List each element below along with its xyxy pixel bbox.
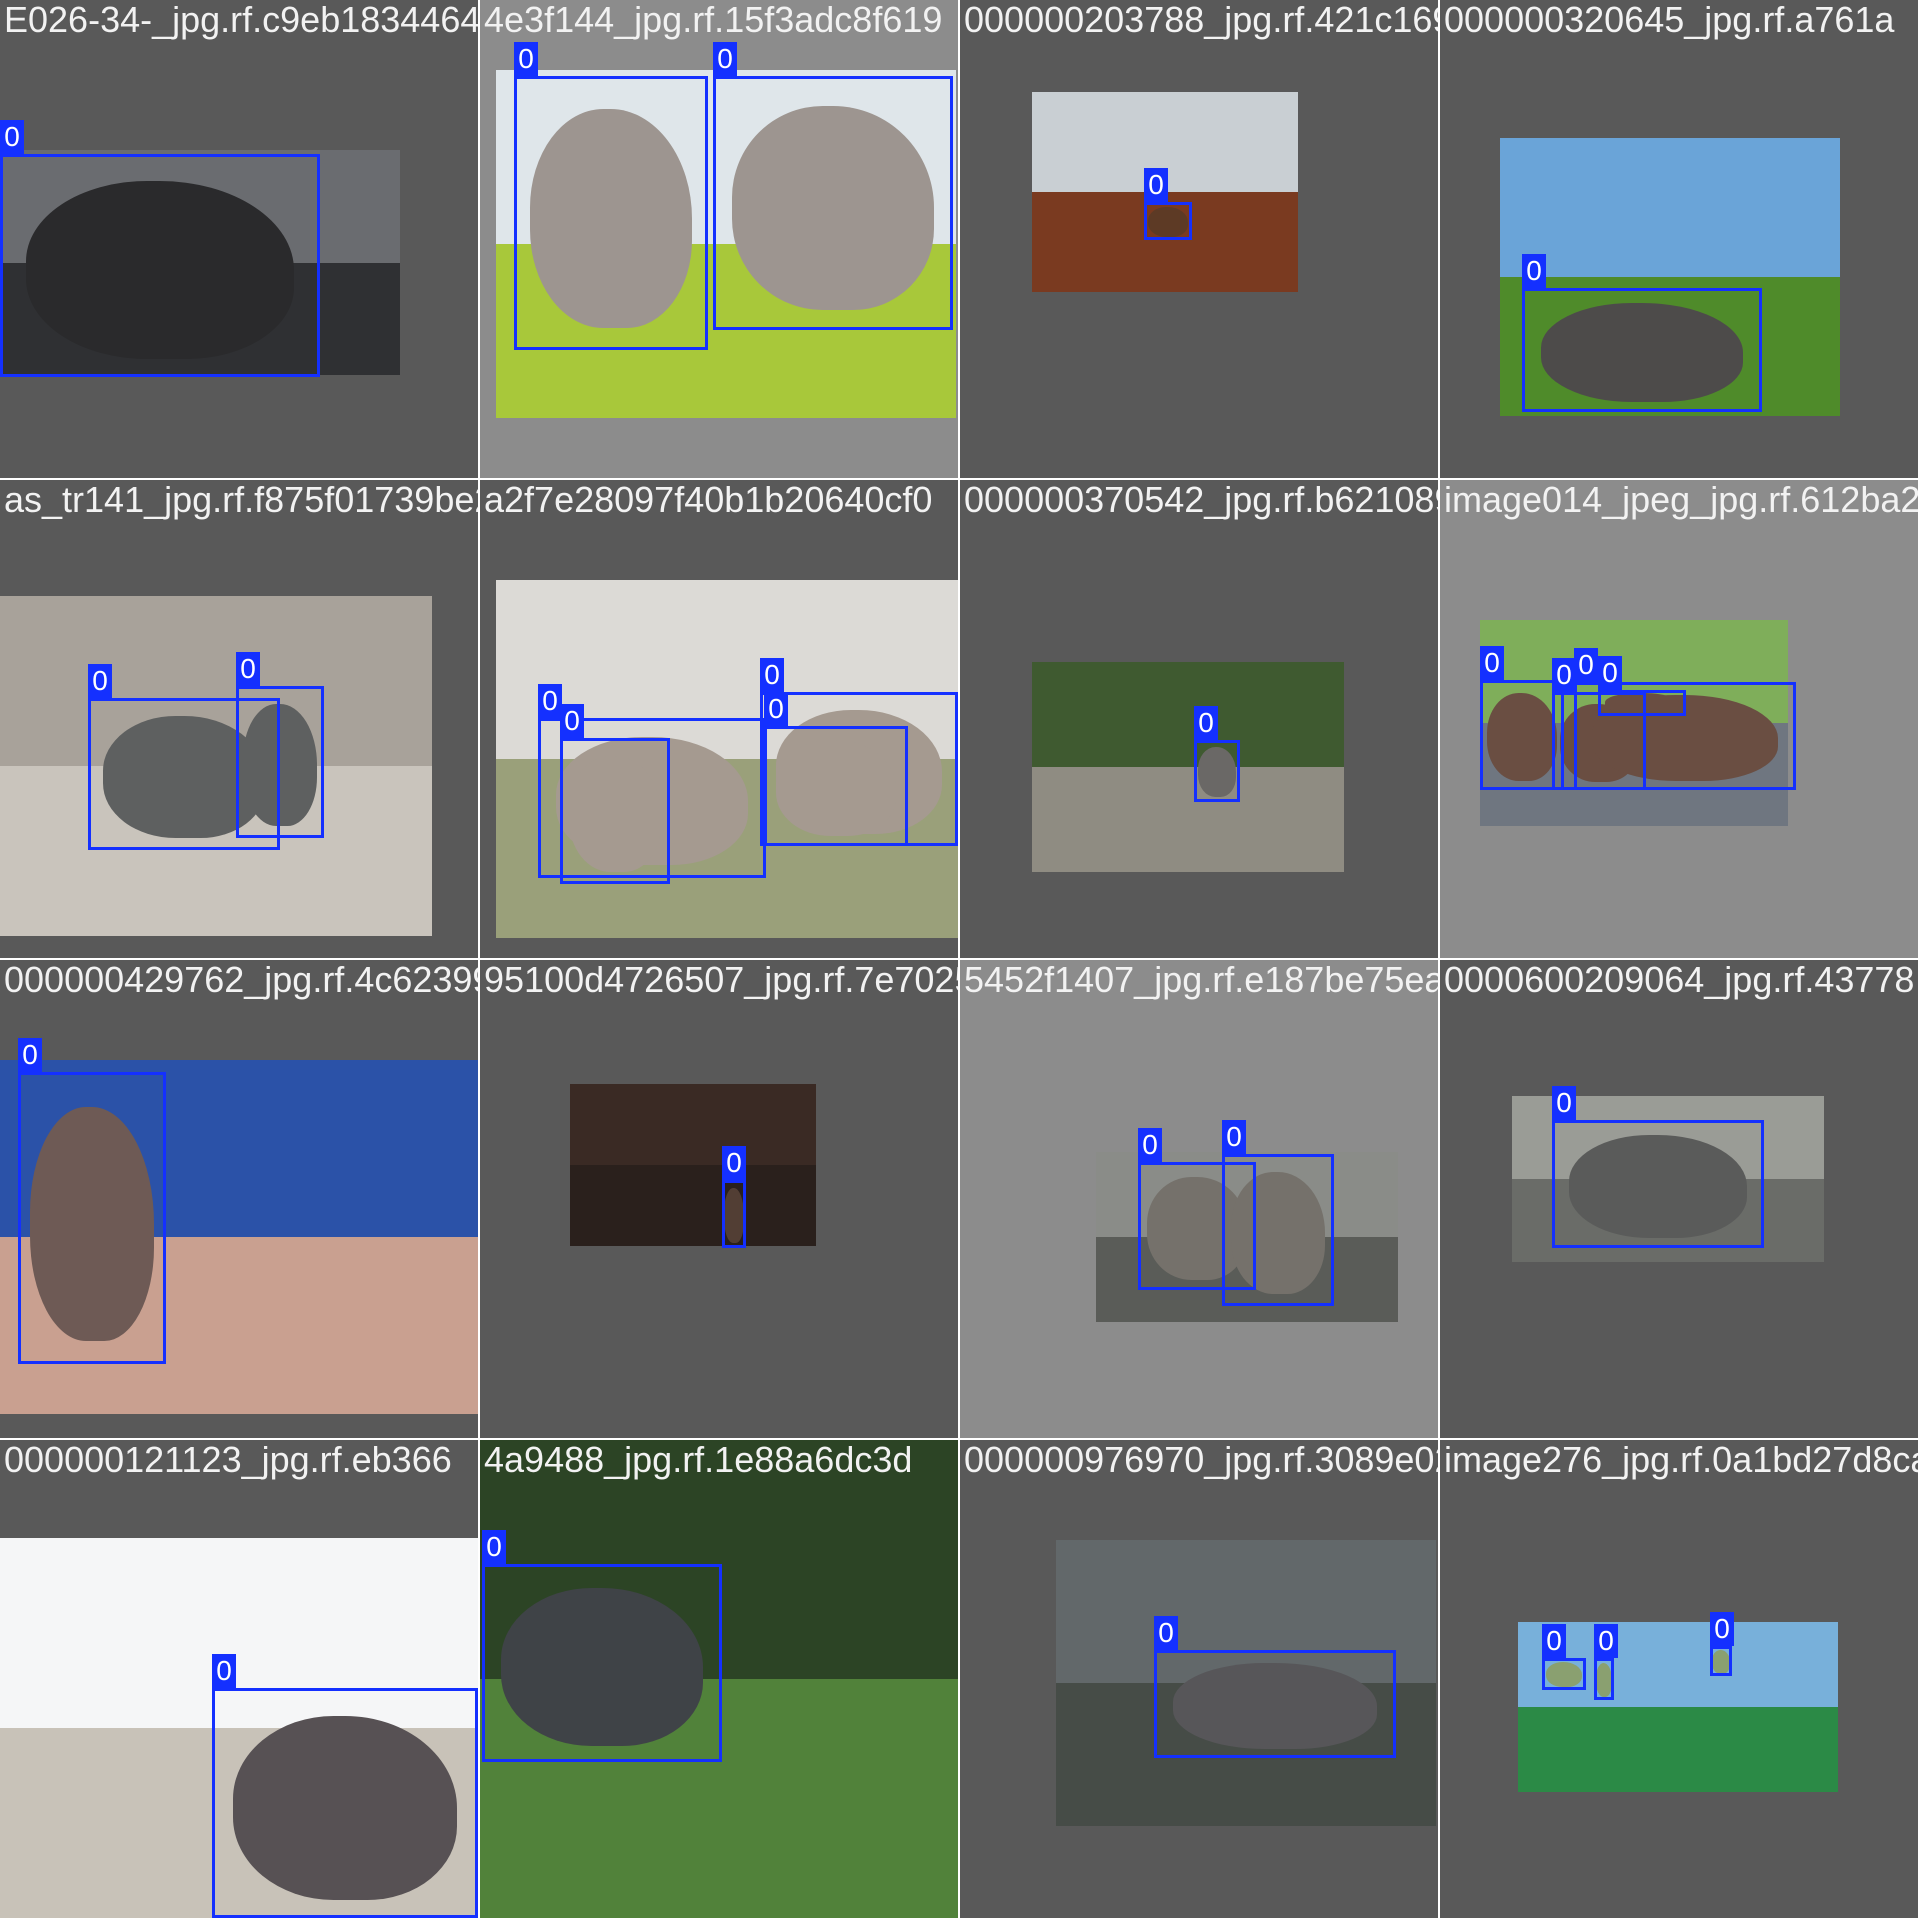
class-label: 0 — [1222, 1120, 1246, 1154]
image-filename-title: 0000600209064_jpg.rf.43778 — [1444, 960, 1915, 1000]
class-label: 0 — [764, 692, 788, 726]
mosaic-cell: 0 000000429762_jpg.rf.4c623995100d4726507… — [0, 960, 478, 1438]
bounding-box — [1594, 1658, 1614, 1700]
bounding-box — [482, 1564, 722, 1762]
class-label: 0 — [1552, 1086, 1576, 1120]
image-filename-title: as_tr141_jpg.rf.f875f01739be2f7e28097f40… — [4, 480, 478, 520]
class-label: 0 — [538, 684, 562, 718]
class-label: 0 — [760, 658, 784, 692]
mosaic-cell: 0 0 0 0 a2f7e28097f40b1b20640cf0 — [480, 480, 958, 958]
mosaic-cell: 0 0 as_tr141_jpg.rf.f875f01739be2f7e28097f… — [0, 480, 478, 958]
bounding-box — [1710, 1646, 1732, 1676]
bounding-box — [1522, 288, 1762, 412]
sample-image — [1032, 662, 1344, 872]
class-label: 0 — [1522, 254, 1546, 288]
image-filename-title: 000000976970_jpg.rf.3089e024bd27d8ca — [964, 1440, 1438, 1480]
mosaic-cell: 0 000000976970_jpg.rf.3089e024bd27d8ca — [960, 1440, 1438, 1918]
class-label: 0 — [1138, 1128, 1162, 1162]
class-label: 0 — [1194, 706, 1218, 740]
image-filename-title: 000000370542_jpg.rf.b621089fe7014cf9d98 — [964, 480, 1438, 520]
mosaic-cell: 0 0 5452f1407_jpg.rf.e187be75ea6 — [960, 960, 1438, 1438]
class-label: 0 — [482, 1530, 506, 1564]
image-filename-title: 000000121123_jpg.rf.eb366 — [4, 1440, 452, 1480]
mosaic-cell: 0 000000370542_jpg.rf.b621089fe7014cf9d98 — [960, 480, 1438, 958]
bounding-box — [1194, 740, 1240, 802]
class-label: 0 — [0, 120, 24, 154]
class-label: 0 — [1594, 1624, 1618, 1658]
class-label: 0 — [88, 664, 112, 698]
image-filename-title: image276_jpg.rf.0a1bd27d8ca — [1444, 1440, 1918, 1480]
class-label: 0 — [1144, 168, 1168, 202]
bounding-box — [1552, 1120, 1764, 1248]
class-label: 0 — [1480, 646, 1504, 680]
image-filename-title: 000000429762_jpg.rf.4c623995100d4726507_… — [4, 960, 478, 1000]
class-label: 0 — [514, 42, 538, 76]
mosaic-cell: 0 000000320645_jpg.rf.a761a — [1440, 0, 1918, 478]
class-label: 0 — [1154, 1616, 1178, 1650]
image-filename-title: 000000320645_jpg.rf.a761a — [1444, 0, 1895, 40]
mosaic-cell: 0 E026-34-_jpg.rf.c9eb18344641e3f144cff6e… — [0, 0, 478, 478]
class-label: 0 — [1552, 658, 1576, 692]
bounding-box — [236, 686, 324, 838]
bounding-box — [18, 1072, 166, 1364]
bounding-box — [1542, 1658, 1586, 1690]
mosaic-cell: 0 0 0 image276_jpg.rf.0a1bd27d8ca — [1440, 1440, 1918, 1918]
bounding-box — [1154, 1650, 1396, 1758]
bounding-box — [212, 1688, 478, 1918]
mosaic-cell: 0 000000121123_jpg.rf.eb366 — [0, 1440, 478, 1918]
sample-image — [570, 1084, 816, 1246]
image-filename-title: 000000203788_jpg.rf.421c1699c03206457 — [964, 0, 1438, 40]
mosaic-cell: 0 000000203788_jpg.rf.421c1699c03206457 — [960, 0, 1438, 478]
image-filename-title: 5452f1407_jpg.rf.e187be75ea6 — [964, 960, 1438, 1000]
detection-mosaic-grid: 0 E026-34-_jpg.rf.c9eb18344641e3f144cff6e… — [0, 0, 1920, 1920]
bounding-box — [722, 1180, 746, 1248]
image-filename-title: a2f7e28097f40b1b20640cf0 — [484, 480, 933, 520]
class-label: 0 — [236, 652, 260, 686]
image-filename-title: 4e3f144_jpg.rf.15f3adc8f619 — [484, 0, 943, 40]
sample-image — [1518, 1622, 1838, 1792]
bounding-box — [1598, 690, 1686, 716]
class-label: 0 — [1598, 656, 1622, 690]
class-label: 0 — [212, 1654, 236, 1688]
class-label: 0 — [1574, 648, 1598, 682]
mosaic-cell: 0 95100d4726507_jpg.rf.7e7025452f1407 — [480, 960, 958, 1438]
mosaic-cell: 0 0 0 0 image014_jpeg_jpg.rf.612ba2 — [1440, 480, 1918, 958]
mosaic-cell: 0 0000600209064_jpg.rf.43778 — [1440, 960, 1918, 1438]
image-filename-title: image014_jpeg_jpg.rf.612ba2 — [1444, 480, 1918, 520]
class-label: 0 — [1710, 1612, 1734, 1646]
bounding-box — [560, 738, 670, 884]
bounding-box — [713, 76, 953, 330]
mosaic-cell: 0 0 4e3f144_jpg.rf.15f3adc8f619 — [480, 0, 958, 478]
mosaic-cell: 0 4a9488_jpg.rf.1e88a6dc3d — [480, 1440, 958, 1918]
class-label: 0 — [713, 42, 737, 76]
bounding-box — [0, 154, 320, 377]
class-label: 0 — [722, 1146, 746, 1180]
bounding-box — [1144, 202, 1192, 240]
bounding-box — [1222, 1154, 1334, 1306]
bounding-box — [764, 726, 908, 846]
bounding-box — [514, 76, 708, 350]
class-label: 0 — [18, 1038, 42, 1072]
image-filename-title: E026-34-_jpg.rf.c9eb18344641e3f144cff6ef… — [4, 0, 478, 40]
class-label: 0 — [560, 704, 584, 738]
image-filename-title: 95100d4726507_jpg.rf.7e7025452f1407 — [484, 960, 958, 1000]
class-label: 0 — [1542, 1624, 1566, 1658]
